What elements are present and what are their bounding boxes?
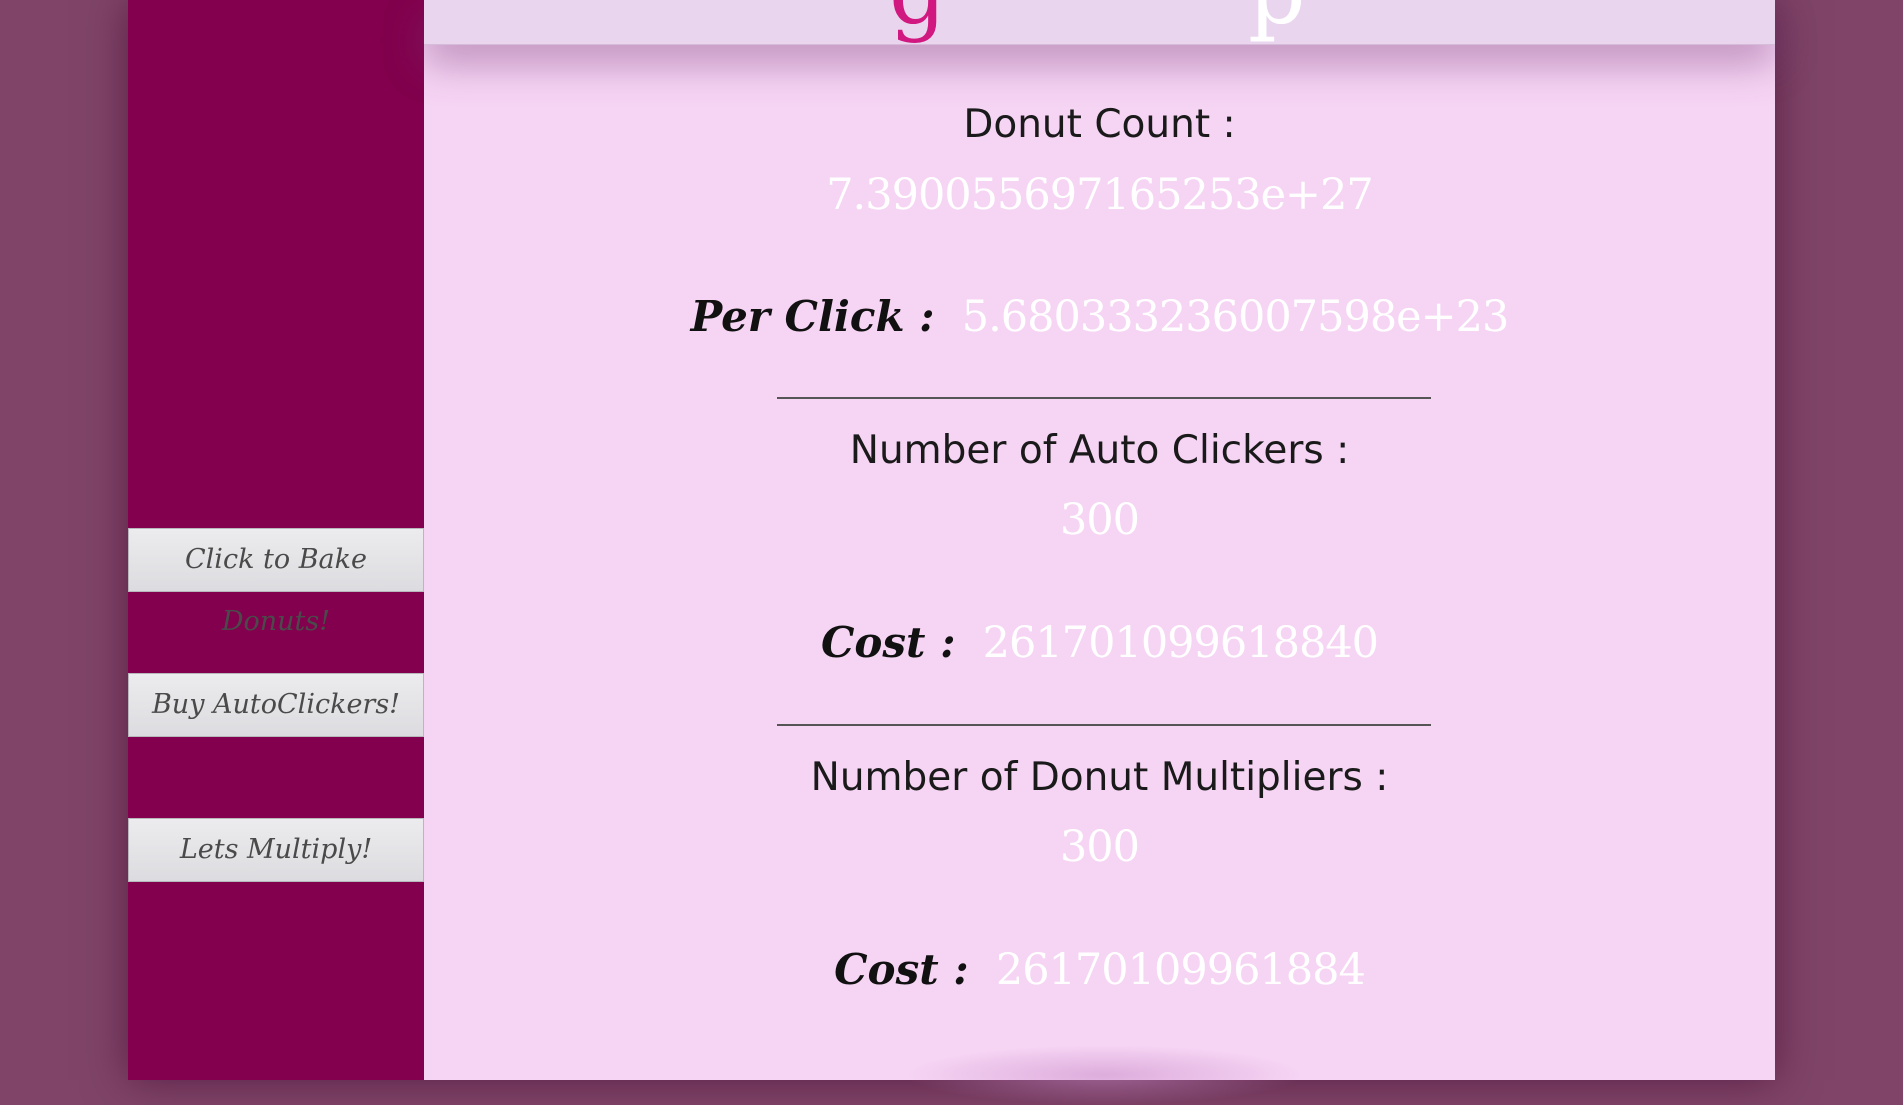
multiplier-cost-row: Cost : 26170109961884 [424,945,1775,995]
multiplier-cost-label: Cost : [834,945,969,994]
page-header: g p [424,0,1775,45]
auto-cost-value: 261701099618840 [982,618,1379,668]
buy-autoclickers-button[interactable]: Buy AutoClickers! [128,673,424,737]
auto-cost-label: Cost : [820,618,956,667]
auto-cost-row: Cost : 261701099618840 [424,618,1775,668]
sidebar: Click to Bake Donuts! Buy AutoClickers! … [128,0,424,1080]
bake-donuts-button[interactable]: Click to Bake Donuts! [128,528,424,637]
page-frame: Click to Bake Donuts! Buy AutoClickers! … [128,0,1775,1105]
per-click-value: 5.680333236007598e+23 [961,292,1510,342]
donut-count-value: 7.390055697165253e+27 [826,170,1374,220]
multipliers-label: Number of Donut Multipliers : [810,755,1389,800]
multiplier-cost-value: 26170109961884 [995,945,1366,995]
donut-count-label: Donut Count : [963,102,1236,147]
multipliers-value: 300 [1059,822,1140,872]
per-click-label: Per Click : [690,292,935,341]
section-divider [777,724,1431,726]
auto-clickers-value: 300 [1059,495,1140,545]
main-panel: g p Donut Count : 7.390055697165253e+27 … [424,0,1775,1105]
title-fragment-right: p [1248,0,1306,38]
section-divider [777,397,1431,399]
title-fragment-left: g [889,0,947,38]
auto-clickers-label: Number of Auto Clickers : [849,428,1350,473]
bottom-glow [904,1045,1304,1105]
multiply-button[interactable]: Lets Multiply! [128,818,424,882]
per-click-row: Per Click : 5.680333236007598e+23 [424,292,1775,342]
